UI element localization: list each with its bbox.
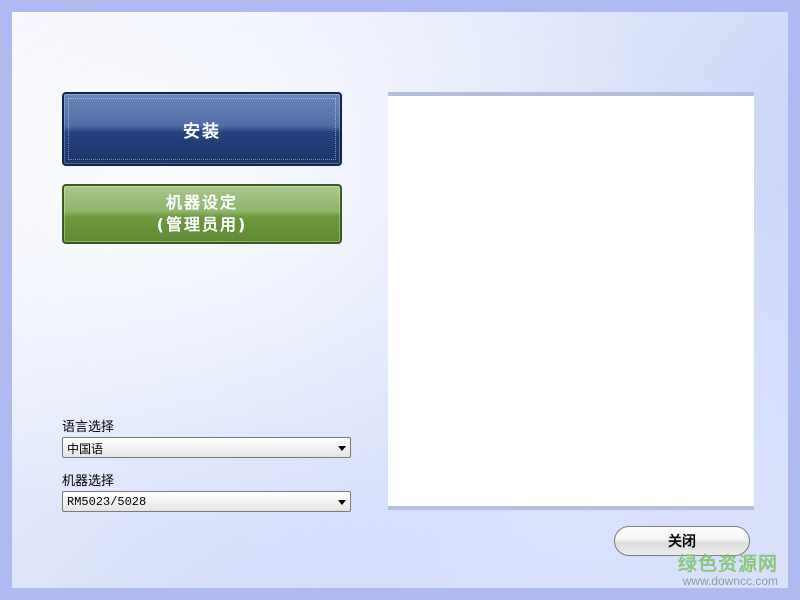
close-button-label: 关闭	[668, 534, 696, 550]
close-button[interactable]: 关闭	[614, 526, 750, 556]
machine-settings-label: 机器设定	[165, 193, 238, 212]
install-button[interactable]: 安装	[62, 92, 342, 166]
install-button-label: 安装	[183, 121, 221, 142]
chevron-down-icon	[338, 500, 346, 505]
language-dropdown[interactable]: 中国语	[62, 437, 351, 458]
machine-select-label: 机器选择	[62, 474, 115, 489]
chevron-down-icon	[338, 446, 346, 451]
machine-dropdown[interactable]: RM5023/5028	[62, 491, 351, 512]
admin-only-label: (管理员用)	[156, 215, 248, 234]
language-select-label: 语言选择	[62, 420, 115, 435]
machine-settings-button[interactable]: 机器设定 (管理员用)	[62, 184, 342, 244]
info-panel	[388, 92, 754, 510]
installer-window: 安装 机器设定 (管理员用) 语言选择 中国语 机器选择 RM5023/5028…	[0, 0, 800, 600]
machine-dropdown-value: RM5023/5028	[67, 495, 147, 509]
language-dropdown-value: 中国语	[67, 442, 104, 456]
